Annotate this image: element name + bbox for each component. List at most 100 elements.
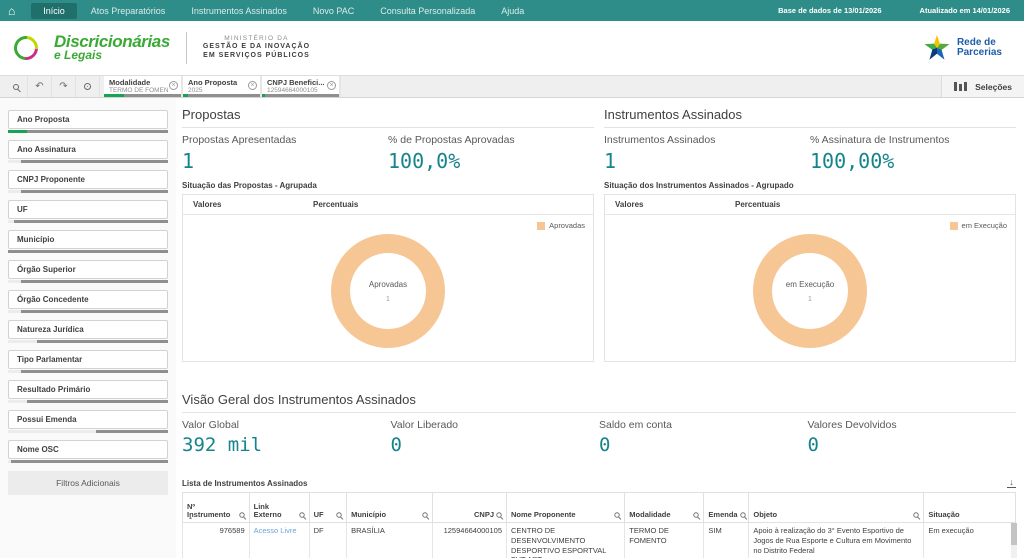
filter-nome-osc[interactable]: Nome OSC: [8, 440, 168, 463]
legend-em-execucao[interactable]: em Execução: [950, 221, 1007, 230]
filtros-adicionais-button[interactable]: Filtros Adicionais: [8, 471, 168, 495]
search-icon[interactable]: [336, 512, 341, 517]
selections-grid-icon: [954, 82, 967, 91]
donut-chart-instrumentos: Valores Percentuais em Execução em Execu…: [604, 194, 1016, 362]
selection-state-bar: [8, 220, 168, 223]
filter-natureza-juridica[interactable]: Natureza Jurídica: [8, 320, 168, 343]
nav-item-consulta-personalizada[interactable]: Consulta Personalizada: [368, 3, 487, 19]
donut-ring[interactable]: Aprovadas 1: [331, 234, 445, 348]
base-dados-label: Base de dados de 13/01/2026: [778, 6, 881, 15]
nav-item-inicio[interactable]: Início: [31, 3, 77, 19]
filter-possui-emenda[interactable]: Possui Emenda: [8, 410, 168, 433]
search-icon[interactable]: [694, 512, 699, 517]
cell-cnpj: 12594664000105: [432, 523, 506, 558]
download-icon[interactable]: ↓: [1007, 478, 1016, 488]
filter-uf[interactable]: UF: [8, 200, 168, 223]
legend-swatch: [950, 222, 958, 230]
filter-chip-modalidade[interactable]: Modalidade TERMO DE FOMENTO ×: [104, 76, 183, 97]
search-icon[interactable]: [422, 512, 427, 517]
home-icon[interactable]: ⌂: [8, 5, 15, 17]
selection-state-bar: [8, 190, 168, 193]
col-header-municipio[interactable]: Município: [347, 493, 433, 523]
kpi-pct-propostas-aprovadas: % de Propostas Aprovadas 100,0%: [388, 134, 594, 173]
selection-state-bar: [8, 370, 168, 373]
selection-state-bar: [104, 94, 181, 97]
filter-cnpj-proponente[interactable]: CNPJ Proponente: [8, 170, 168, 193]
col-header-objeto[interactable]: Objeto: [749, 493, 924, 523]
col-header-nome-proponente[interactable]: Nome Proponente: [507, 493, 625, 523]
nav-item-novo-pac[interactable]: Novo PAC: [301, 3, 366, 19]
cell-link-acesso-livre[interactable]: Acesso Livre: [249, 523, 309, 558]
col-header-modalidade[interactable]: Modalidade: [625, 493, 704, 523]
search-icon[interactable]: [615, 512, 620, 517]
table-scrollbar[interactable]: [1011, 523, 1017, 558]
search-icon[interactable]: [299, 512, 304, 517]
nav-item-ajuda[interactable]: Ajuda: [489, 3, 536, 19]
selection-tools: ↶ ↷: [0, 76, 104, 97]
step-forward-icon[interactable]: ↷: [52, 76, 76, 97]
selection-state-bar: [8, 340, 168, 343]
remove-filter-icon[interactable]: ×: [327, 81, 336, 90]
chart-title-situacao-propostas: Situação das Propostas - Agrupada: [182, 181, 594, 190]
col-header-numero[interactable]: Nº Instrumento▲: [183, 493, 250, 523]
section-instrumentos: Instrumentos Assinados Instrumentos Assi…: [604, 98, 1016, 362]
visao-geral-title: Visão Geral dos Instrumentos Assinados: [182, 392, 1016, 413]
donut-ring[interactable]: em Execução 1: [753, 234, 867, 348]
main-content: Propostas Propostas Apresentadas 1 % de …: [176, 98, 1024, 558]
selection-state-bar: [8, 400, 168, 403]
selection-state-bar: [8, 280, 168, 283]
col-header-situacao[interactable]: Situação: [924, 493, 1016, 523]
filter-ano-assinatura[interactable]: Ano Assinatura: [8, 140, 168, 163]
active-filters: Modalidade TERMO DE FOMENTO × Ano Propos…: [104, 76, 341, 97]
remove-filter-icon[interactable]: ×: [169, 81, 178, 90]
col-header-cnpj[interactable]: CNPJ: [432, 493, 506, 523]
selection-state-bar: [8, 460, 168, 463]
search-icon[interactable]: [914, 512, 919, 517]
selecoes-button[interactable]: Seleções: [941, 76, 1024, 97]
filter-chip-cnpj-beneficiario[interactable]: CNPJ Benefici... 12594664000105 ×: [262, 76, 341, 97]
lista-title: Lista de Instrumentos Assinados: [182, 479, 308, 488]
top-nav: ⌂ Início Atos Preparatórios Instrumentos…: [0, 0, 1024, 21]
legend-aprovadas[interactable]: Aprovadas: [537, 221, 585, 230]
selections-bar: ↶ ↷ Modalidade TERMO DE FOMENTO × Ano Pr…: [0, 75, 1024, 98]
smart-search-icon[interactable]: [4, 76, 28, 97]
filter-municipio[interactable]: Município: [8, 230, 168, 253]
step-back-icon[interactable]: ↶: [28, 76, 52, 97]
cell-situacao: Em execução: [924, 523, 1016, 558]
clear-selections-icon[interactable]: [76, 76, 100, 97]
filter-ano-proposta[interactable]: Ano Proposta: [8, 110, 168, 133]
selection-state-bar: [183, 94, 260, 97]
search-icon[interactable]: [496, 512, 501, 517]
header-divider: [186, 32, 187, 64]
kpi-valores-devolvidos: Valores Devolvidos 0: [808, 419, 1017, 456]
tab-percentuais[interactable]: Percentuais: [313, 200, 433, 209]
nav-item-instrumentos-assinados[interactable]: Instrumentos Assinados: [179, 3, 299, 19]
tab-valores[interactable]: Valores: [193, 200, 313, 209]
filter-chip-ano-proposta[interactable]: Ano Proposta 2025 ×: [183, 76, 262, 97]
tab-valores[interactable]: Valores: [615, 200, 735, 209]
kpi-instrumentos-assinados: Instrumentos Assinados 1: [604, 134, 810, 173]
nav-item-atos-preparatorios[interactable]: Atos Preparatórios: [79, 3, 178, 19]
ministry-wordmark: MINISTÉRIO DA GESTÃO E DA INOVAÇÃO EM SE…: [203, 35, 310, 61]
donut-chart-propostas: Valores Percentuais Aprovadas Aprovadas …: [182, 194, 594, 362]
col-header-uf[interactable]: UF: [309, 493, 346, 523]
selection-state-bar: [8, 310, 168, 313]
tab-percentuais[interactable]: Percentuais: [735, 200, 855, 209]
filter-orgao-superior[interactable]: Órgão Superior: [8, 260, 168, 283]
selection-state-bar: [8, 160, 168, 163]
selection-state-bar: [8, 430, 168, 433]
filter-resultado-primario[interactable]: Resultado Primário: [8, 380, 168, 403]
filter-orgao-concedente[interactable]: Órgão Concedente: [8, 290, 168, 313]
kpi-valor-liberado: Valor Liberado 0: [391, 419, 600, 456]
rede-parcerias-logo: Rede de Parcerias: [924, 35, 1010, 61]
remove-filter-icon[interactable]: ×: [248, 81, 257, 90]
kpi-saldo-em-conta: Saldo em conta 0: [599, 419, 808, 456]
col-header-link-externo[interactable]: Link Externo: [249, 493, 309, 523]
kpi-pct-assinatura: % Assinatura de Instrumentos 100,00%: [810, 134, 1016, 173]
search-icon[interactable]: [239, 512, 244, 517]
kpi-valor-global: Valor Global 392 mil: [182, 419, 391, 456]
filter-tipo-parlamentar[interactable]: Tipo Parlamentar: [8, 350, 168, 373]
col-header-emenda[interactable]: Emenda: [704, 493, 749, 523]
nav-status: Base de dados de 13/01/2026 Atualizado e…: [778, 6, 1016, 15]
search-icon[interactable]: [740, 512, 745, 517]
